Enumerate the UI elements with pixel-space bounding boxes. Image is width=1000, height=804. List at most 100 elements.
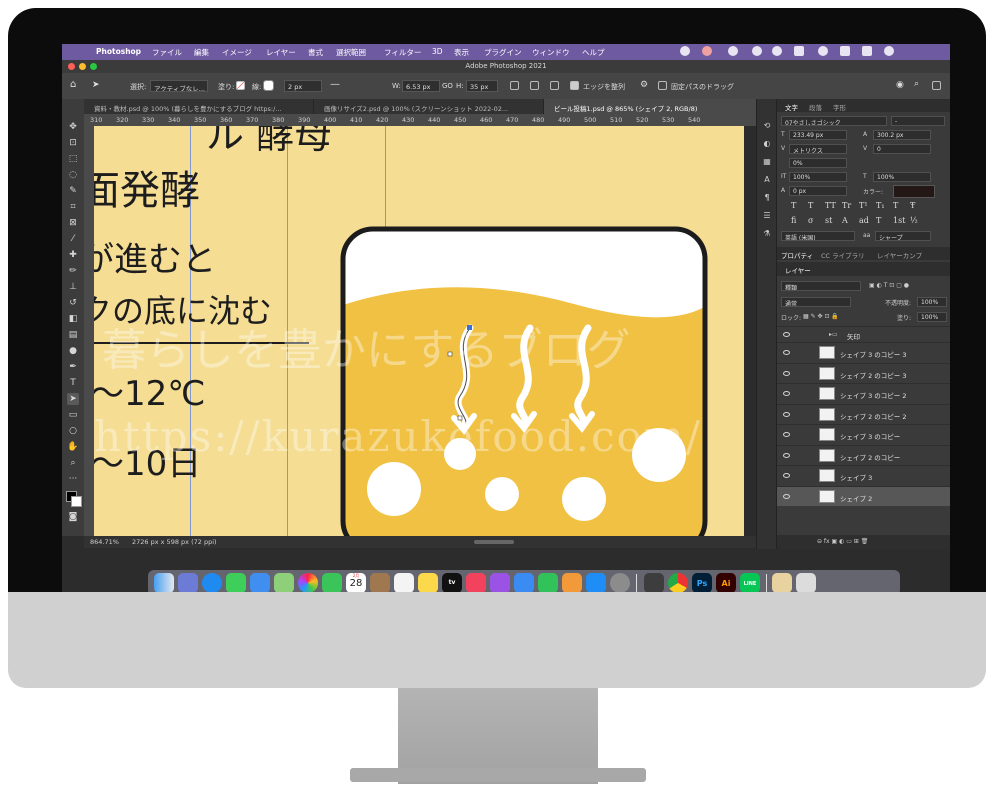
finder-icon[interactable] — [154, 573, 174, 592]
eye-icon[interactable] — [783, 391, 790, 396]
chrome-icon[interactable] — [668, 573, 688, 592]
trash-icon[interactable] — [796, 573, 816, 592]
menu-image[interactable]: イメージ — [222, 47, 252, 58]
glyph-button[interactable]: T — [893, 201, 898, 210]
align-edges-checkbox[interactable] — [570, 81, 579, 90]
frame-tool-icon[interactable]: ⊠ — [67, 217, 79, 229]
menu-3d[interactable]: 3D — [432, 47, 443, 56]
crop-tool-icon[interactable]: ⌗ — [67, 201, 79, 213]
menu-app-name[interactable]: Photoshop — [96, 47, 141, 56]
ellipse-tool-icon[interactable]: ○ — [67, 425, 79, 437]
glyph-button[interactable]: σ — [808, 216, 813, 225]
layer-filter-icons[interactable]: ▣ ◐ T ⊡ ▢ ● — [869, 282, 909, 289]
language-select[interactable]: 英語 (米国) — [781, 231, 855, 241]
lock-icons[interactable]: ▦ ✎ ✥ ⊡ 🔒 — [803, 313, 839, 320]
line-icon[interactable]: LINE — [740, 573, 760, 592]
glyph-button[interactable]: TT — [825, 201, 836, 210]
opacity-field[interactable]: 100% — [917, 297, 947, 307]
bluetooth-icon[interactable] — [794, 46, 804, 56]
glyph-button[interactable]: Ŧ — [910, 201, 915, 210]
status-icon-chat[interactable] — [680, 46, 690, 56]
tab-cc-libraries[interactable]: CC ライブラリ — [821, 250, 865, 260]
kerning-field[interactable]: メトリクス — [789, 144, 847, 154]
gradient-tool-icon[interactable]: ▤ — [67, 329, 79, 341]
eraser-tool-icon[interactable]: ◧ — [67, 313, 79, 325]
home-icon[interactable]: ⌂ — [70, 79, 76, 90]
layer-group-row[interactable]: ▸▭ 矢印 — [777, 326, 950, 342]
document-size[interactable]: 2726 px x 598 px (72 ppi) — [132, 538, 217, 546]
more-tools-icon[interactable]: ··· — [67, 473, 79, 485]
direct-select-tool-icon[interactable]: ➤ — [92, 80, 100, 90]
glyph-button[interactable]: Tr — [842, 201, 851, 210]
menu-file[interactable]: ファイル — [152, 47, 182, 58]
eye-icon[interactable] — [783, 350, 790, 355]
leading-field[interactable]: 300.2 px — [873, 130, 931, 140]
glyph-button[interactable]: T₁ — [876, 201, 885, 210]
constrain-path-checkbox[interactable] — [658, 81, 667, 90]
fill-swatch[interactable] — [236, 81, 245, 90]
pages-icon[interactable] — [562, 573, 582, 592]
eye-icon[interactable] — [783, 493, 790, 499]
tab-character[interactable]: 文字 — [785, 102, 798, 112]
eyedropper-tool-icon[interactable]: ⁄ — [67, 233, 79, 245]
reminders-icon[interactable] — [394, 573, 414, 592]
rectangle-tool-icon[interactable]: ▭ — [67, 409, 79, 421]
workspace-icon[interactable] — [932, 81, 941, 90]
hand-tool-icon[interactable]: ✋ — [67, 441, 79, 453]
illustrator-icon[interactable]: Ai — [716, 573, 736, 592]
menu-select[interactable]: 選択範囲 — [336, 47, 366, 58]
photos-icon[interactable] — [298, 573, 318, 592]
eye-icon[interactable] — [783, 411, 790, 417]
eye-icon[interactable] — [783, 332, 790, 337]
glyph-button[interactable]: ad — [859, 216, 869, 225]
properties-icon[interactable]: ⚗ — [762, 229, 772, 238]
eye-icon[interactable] — [783, 473, 790, 478]
stroke-type-icon[interactable]: — — [330, 79, 340, 90]
height-field[interactable]: 35 px — [466, 80, 498, 92]
menu-type[interactable]: 書式 — [308, 47, 323, 58]
color-icon[interactable]: ◐ — [762, 139, 772, 148]
horizontal-scrollbar[interactable] — [474, 540, 514, 544]
background-color-swatch[interactable] — [71, 496, 82, 507]
clone-stamp-tool-icon[interactable]: ⊥ — [67, 281, 79, 293]
brush-tool-icon[interactable]: ✏ — [67, 265, 79, 277]
music-icon[interactable] — [466, 573, 486, 592]
stroke-swatch[interactable] — [263, 80, 274, 91]
pen-tool-icon[interactable]: ✒ — [67, 361, 79, 373]
antialias-select[interactable]: シャープ — [875, 231, 931, 241]
tab-glyphs[interactable]: 字形 — [833, 102, 846, 112]
healing-brush-tool-icon[interactable]: ✚ — [67, 249, 79, 261]
layer-kind-filter[interactable]: 種類 — [781, 281, 861, 291]
eye-icon[interactable] — [783, 370, 790, 376]
mail-icon[interactable] — [250, 573, 270, 592]
tracking-field[interactable]: 0 — [873, 144, 931, 154]
font-family-select[interactable]: 07やさしさゴシック — [781, 116, 887, 126]
eye-icon[interactable] — [783, 432, 790, 437]
user-icon[interactable]: ◉ — [896, 80, 904, 90]
menu-edit[interactable]: 編集 — [194, 47, 209, 58]
adjustments-icon[interactable]: ☰ — [762, 211, 772, 220]
status-icon-cc[interactable] — [702, 46, 712, 56]
apple-tv-icon[interactable]: tv — [442, 573, 462, 592]
marquee-tool-icon[interactable]: ⬚ — [67, 153, 79, 165]
control-center-icon[interactable] — [840, 46, 850, 56]
history-brush-tool-icon[interactable]: ↺ — [67, 297, 79, 309]
battery-icon[interactable] — [884, 46, 894, 56]
width-field[interactable]: 6.53 px — [402, 80, 440, 92]
tab-properties[interactable]: プロパティ — [781, 250, 813, 260]
zoom-tool-icon[interactable]: ⌕ — [67, 457, 79, 469]
tab-paragraph[interactable]: 段落 — [809, 102, 822, 112]
calendar-icon[interactable]: 2月 28 — [346, 573, 366, 592]
glyph-button[interactable]: T — [876, 216, 881, 225]
baseline-field[interactable]: 0 px — [789, 186, 847, 196]
type-tool-icon[interactable]: T — [67, 377, 79, 389]
stroke-width-field[interactable]: 2 px — [284, 80, 322, 92]
podcasts-icon[interactable] — [490, 573, 510, 592]
system-preferences-icon[interactable] — [610, 573, 630, 592]
menu-plugins[interactable]: プラグイン — [484, 47, 522, 58]
move-tool-icon[interactable]: ✥ — [67, 121, 79, 133]
sublime-text-icon[interactable] — [644, 573, 664, 592]
glyph-button[interactable]: st — [825, 216, 832, 225]
tsume-field[interactable]: 0% — [789, 158, 847, 168]
eye-icon[interactable] — [783, 452, 790, 458]
